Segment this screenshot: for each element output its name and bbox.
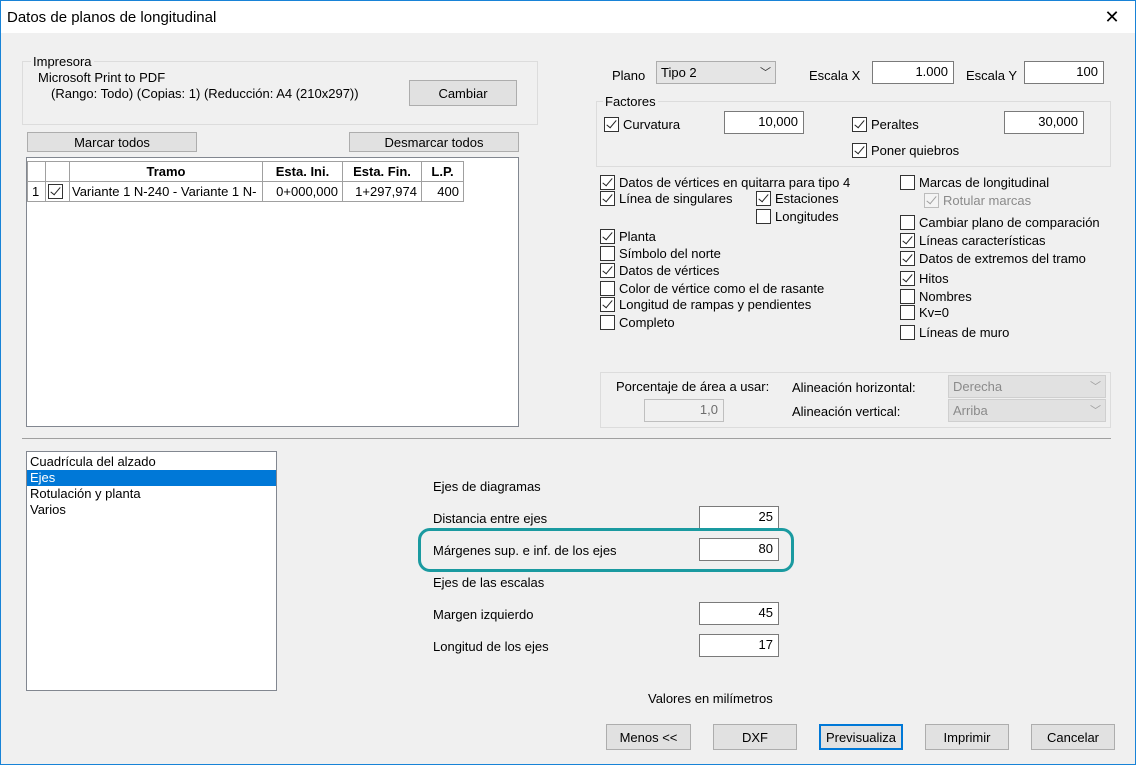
col-index-header — [27, 161, 46, 182]
table-row[interactable]: 1 Variante 1 N-240 - Variante 1 N- 0+000… — [27, 181, 464, 202]
row-checkbox[interactable] — [45, 181, 70, 202]
hitos-checkbox[interactable]: Hitos — [900, 271, 949, 286]
dxf-button[interactable]: DXF — [713, 724, 797, 750]
chevron-down-icon: ﹀ — [1090, 381, 1101, 393]
longitudes-checkbox[interactable]: Longitudes — [756, 209, 839, 224]
dialog-window: Datos de planos de longitudinal ✕ Impres… — [0, 0, 1136, 765]
chevron-down-icon: ﹀ — [760, 67, 771, 79]
marcas-longitudinal-checkbox[interactable]: Marcas de longitudinal — [900, 175, 1049, 190]
simbolo-norte-checkbox[interactable]: Símbolo del norte — [600, 246, 721, 261]
ejes-diagramas-title: Ejes de diagramas — [433, 479, 541, 494]
color-vertice-checkbox[interactable]: Color de vértice como el de rasante — [600, 281, 824, 296]
tramos-table: Tramo Esta. Ini. Esta. Fin. L.P. 1 Varia… — [26, 157, 519, 427]
ejes-escalas-title: Ejes de las escalas — [433, 575, 545, 590]
alineacion-vertical-label: Alineación vertical: — [792, 404, 901, 419]
alineacion-horizontal-select: Derecha ﹀ — [948, 375, 1106, 398]
lineas-muro-checkbox[interactable]: Líneas de muro — [900, 325, 1009, 340]
longitud-rampas-checkbox[interactable]: Longitud de rampas y pendientes — [600, 297, 811, 312]
checkbox-checked-icon[interactable] — [48, 184, 63, 199]
completo-checkbox[interactable]: Completo — [600, 315, 675, 330]
printer-name: Microsoft Print to PDF — [38, 70, 166, 85]
close-icon[interactable]: ✕ — [1089, 1, 1135, 33]
porcentaje-label: Porcentaje de área a usar: — [616, 379, 770, 394]
col-ini-header[interactable]: Esta. Ini. — [262, 161, 343, 182]
escala-y-label: Escala Y — [966, 68, 1018, 83]
category-list[interactable]: Cuadrícula del alzado Ejes Rotulación y … — [26, 451, 277, 691]
longitud-ejes-input[interactable]: 17 — [699, 634, 779, 657]
row-lp[interactable]: 400 — [421, 181, 464, 202]
estaciones-checkbox[interactable]: Estaciones — [756, 191, 839, 206]
longitud-ejes-label: Longitud de los ejes — [433, 639, 549, 654]
col-lp-header[interactable]: L.P. — [421, 161, 464, 182]
plano-select[interactable]: Tipo 2 ﹀ — [656, 61, 776, 84]
margenes-ejes-label: Márgenes sup. e inf. de los ejes — [433, 543, 617, 558]
nombres-checkbox[interactable]: Nombres — [900, 289, 972, 304]
margen-izquierdo-label: Margen izquierdo — [433, 607, 534, 622]
menos-button[interactable]: Menos << — [606, 724, 691, 750]
mark-all-button[interactable]: Marcar todos — [27, 132, 197, 152]
margenes-ejes-input[interactable]: 80 — [699, 538, 779, 561]
printer-details: (Rango: Todo) (Copias: 1) (Reducción: A4… — [51, 86, 359, 101]
datos-vertices-checkbox[interactable]: Datos de vértices — [600, 263, 719, 278]
distancia-ejes-input[interactable]: 25 — [699, 506, 779, 529]
lineas-caracteristicas-checkbox[interactable]: Líneas características — [900, 233, 1045, 248]
row-esta-fin[interactable]: 1+297,974 — [342, 181, 422, 202]
planta-checkbox[interactable]: Planta — [600, 229, 656, 244]
plano-select-value: Tipo 2 — [661, 65, 697, 80]
units-note: Valores en milímetros — [648, 691, 773, 706]
poner-quiebros-checkbox[interactable]: Poner quiebros — [852, 143, 959, 158]
alineacion-vertical-select: Arriba ﹀ — [948, 399, 1106, 422]
peraltes-checkbox[interactable]: Peraltes — [852, 117, 919, 132]
list-item[interactable]: Rotulación y planta — [27, 486, 276, 502]
datos-extremos-checkbox[interactable]: Datos de extremos del tramo — [900, 251, 1086, 266]
escala-x-label: Escala X — [809, 68, 861, 83]
distancia-ejes-label: Distancia entre ejes — [433, 511, 548, 526]
cambiar-plano-checkbox[interactable]: Cambiar plano de comparación — [900, 215, 1100, 230]
rotular-marcas-checkbox: Rotular marcas — [924, 193, 1031, 208]
printer-group-label: Impresora — [31, 54, 94, 69]
list-item[interactable]: Varios — [27, 502, 276, 518]
curvatura-input[interactable]: 10,000 — [724, 111, 804, 134]
escala-y-input[interactable]: 100 — [1024, 61, 1104, 84]
list-item-selected[interactable]: Ejes — [27, 470, 276, 486]
alineacion-horizontal-label: Alineación horizontal: — [792, 380, 916, 395]
porcentaje-input: 1,0 — [644, 399, 724, 422]
row-tramo[interactable]: Variante 1 N-240 - Variante 1 N- — [69, 181, 263, 202]
col-fin-header[interactable]: Esta. Fin. — [342, 161, 422, 182]
row-esta-ini[interactable]: 0+000,000 — [262, 181, 343, 202]
plano-label: Plano — [612, 68, 646, 83]
cancelar-button[interactable]: Cancelar — [1031, 724, 1115, 750]
unmark-all-button[interactable]: Desmarcar todos — [349, 132, 519, 152]
peraltes-input[interactable]: 30,000 — [1004, 111, 1084, 134]
col-tramo-header[interactable]: Tramo — [69, 161, 263, 182]
chevron-down-icon: ﹀ — [1090, 405, 1101, 417]
window-title: Datos de planos de longitudinal — [7, 9, 217, 26]
curvatura-checkbox[interactable]: Curvatura — [604, 117, 680, 132]
kv0-checkbox[interactable]: Kv=0 — [900, 305, 949, 320]
title-bar: Datos de planos de longitudinal ✕ — [1, 1, 1135, 33]
factores-label: Factores — [603, 94, 658, 109]
linea-singulares-checkbox[interactable]: Línea de singulares — [600, 191, 732, 206]
datos-vertices-guitarra-checkbox[interactable]: Datos de vértices en quitarra para tipo … — [600, 175, 850, 190]
margen-izquierdo-input[interactable]: 45 — [699, 602, 779, 625]
divider — [22, 438, 1111, 439]
change-printer-button[interactable]: Cambiar — [409, 80, 517, 106]
col-check-header — [45, 161, 70, 182]
imprimir-button[interactable]: Imprimir — [925, 724, 1009, 750]
row-index: 1 — [27, 181, 46, 202]
list-item[interactable]: Cuadrícula del alzado — [27, 454, 276, 470]
escala-x-input[interactable]: 1.000 — [872, 61, 954, 84]
previsualiza-button[interactable]: Previsualiza — [819, 724, 903, 750]
